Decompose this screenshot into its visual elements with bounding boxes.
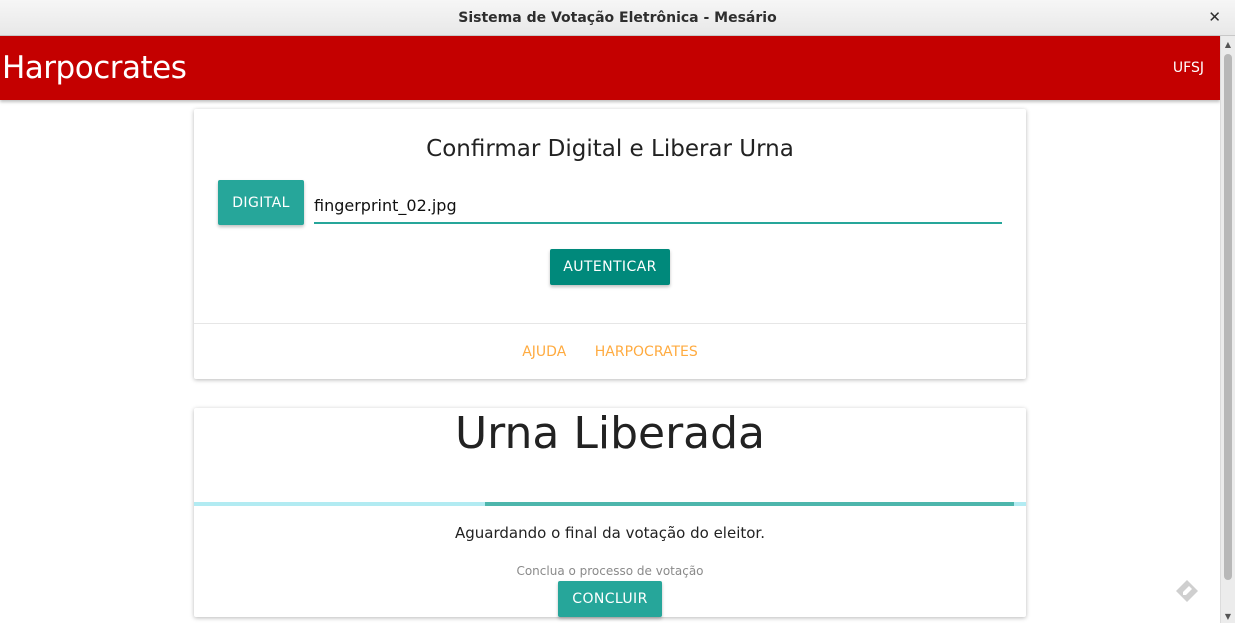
progress-bar: [194, 502, 1026, 506]
vertical-scrollbar[interactable]: ▲ ▼: [1220, 36, 1235, 623]
conclude-button[interactable]: CONCLUIR: [558, 581, 662, 617]
progress-indicator: [485, 502, 1014, 506]
card-divider: [194, 323, 1026, 324]
help-link[interactable]: AJUDA: [522, 344, 566, 360]
pencil-icon[interactable]: [1175, 579, 1199, 603]
auth-card: Confirmar Digital e Liberar Urna DIGITAL…: [194, 109, 1026, 379]
auth-card-title: Confirmar Digital e Liberar Urna: [426, 136, 794, 162]
scroll-thumb[interactable]: [1224, 54, 1232, 580]
window-title: Sistema de Votação Eletrônica - Mesário: [458, 10, 777, 26]
navbar: Harpocrates UFSJ: [0, 36, 1220, 100]
card-actions: AJUDA HARPOCRATES: [194, 344, 1026, 360]
page-viewport: Harpocrates UFSJ Confirmar Digital e Lib…: [0, 36, 1220, 623]
authenticate-button[interactable]: AUTENTICAR: [550, 249, 670, 285]
scroll-up-icon[interactable]: ▲: [1221, 40, 1235, 49]
nav-link-ufsj[interactable]: UFSJ: [1173, 60, 1204, 76]
close-icon[interactable]: ✕: [1208, 8, 1221, 26]
status-hint: Conclua o processo de votação: [516, 564, 704, 578]
scroll-down-icon[interactable]: ▼: [1221, 612, 1235, 621]
status-title: Urna Liberada: [454, 408, 766, 459]
brand-logo[interactable]: Harpocrates: [2, 50, 187, 86]
fingerprint-file-field[interactable]: [314, 188, 1002, 224]
status-card: Urna Liberada Aguardando o final da vota…: [194, 408, 1026, 617]
digital-button[interactable]: DIGITAL: [218, 180, 304, 225]
window-titlebar: Sistema de Votação Eletrônica - Mesário …: [0, 0, 1235, 36]
status-message: Aguardando o final da votação do eleitor…: [455, 524, 765, 542]
harpocrates-link[interactable]: HARPOCRATES: [595, 344, 698, 360]
